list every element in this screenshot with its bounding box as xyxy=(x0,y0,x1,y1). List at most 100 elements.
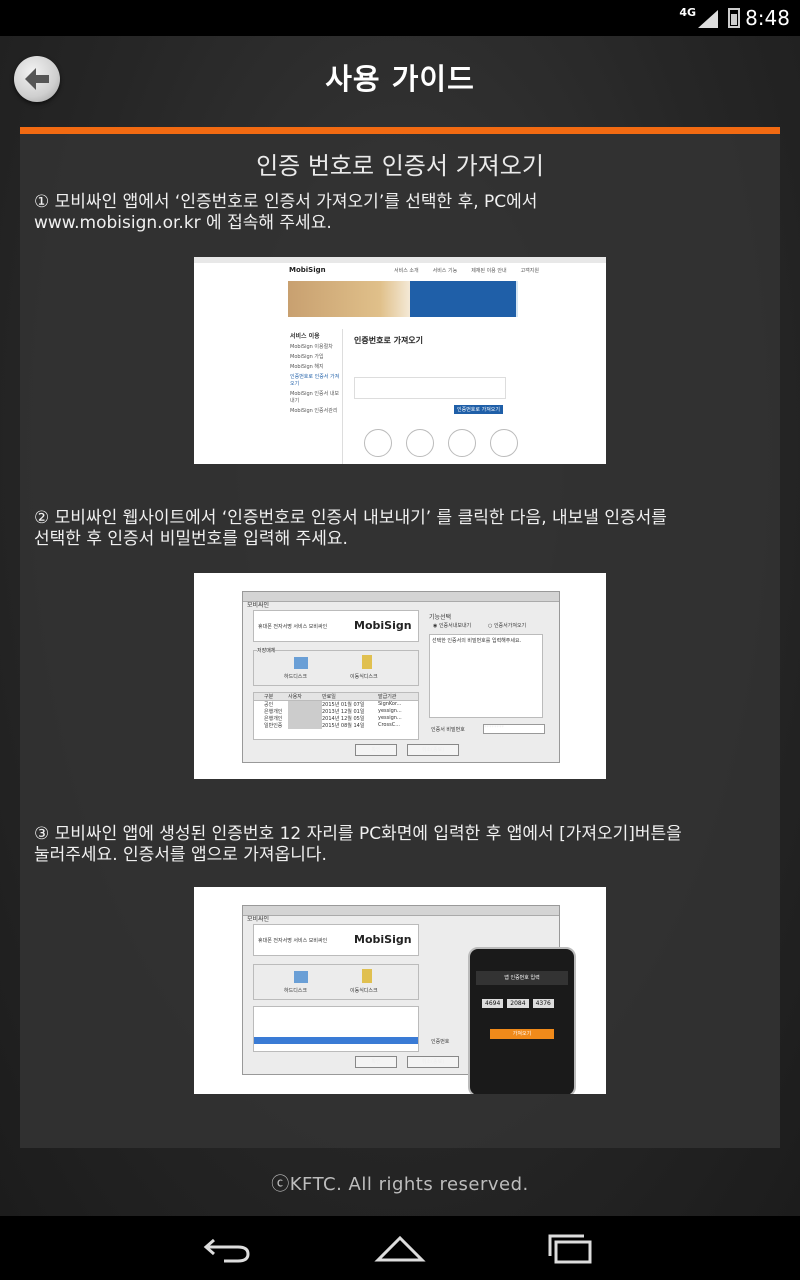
table-row[interactable]: 은행개인 2014년 12월 05일 yessign... xyxy=(254,715,418,722)
cell: 2015년 08월 14일 xyxy=(322,723,365,729)
site-banner-right xyxy=(410,281,516,317)
dialog-title-2: 모비싸인 xyxy=(247,916,270,923)
step-2-line1: ② 모비싸인 웹사이트에서 ‘인증번호로 인증서 내보내기’ 를 클릭한 다음,… xyxy=(34,508,667,528)
usb-disk-icon[interactable] xyxy=(362,655,372,669)
dialog-brand-caption-2: 휴대폰 전자서명 서비스 모비싸인 xyxy=(258,938,328,944)
site-nav: 서비스 소개 서비스 기능 제재된 이용 안내 고객지원 xyxy=(394,267,539,274)
site-nav-item[interactable]: 제재된 이용 안내 xyxy=(471,267,506,274)
accent-bar xyxy=(20,127,780,134)
usb-disk-icon[interactable] xyxy=(362,969,372,983)
site-step-circle xyxy=(406,429,434,457)
site-side-item[interactable]: MobiSign 인증서 내보내기 xyxy=(290,390,340,404)
dialog-titlebar-2: 모비싸인 xyxy=(243,906,559,923)
dialog-logo-2: MobiSign xyxy=(354,933,412,946)
site-step-circle xyxy=(448,429,476,457)
guide-subtitle: 인증 번호로 인증서 가져오기 xyxy=(256,152,544,180)
site-info-box xyxy=(354,377,506,399)
site-step-circle xyxy=(364,429,392,457)
phone-code: 4694 2084 4376 xyxy=(482,999,554,1008)
site-nav-item[interactable]: 서비스 소개 xyxy=(394,267,419,274)
table-row[interactable]: 은행개인 2013년 12월 01일 yessign... xyxy=(254,708,418,715)
signal-icon xyxy=(698,10,718,28)
cancel-button-2[interactable]: 취소(종료) xyxy=(407,1056,459,1068)
site-side-item[interactable]: MobiSign 인증서관리 xyxy=(290,407,340,414)
radio-import[interactable]: ○ 인증서가져오기 xyxy=(488,622,526,629)
col-header: 구분 xyxy=(264,694,274,700)
cell xyxy=(288,722,322,729)
code-part: 2084 xyxy=(507,999,529,1008)
cancel-button[interactable]: 취소(종료) xyxy=(407,744,459,756)
disk2-label-2[interactable]: 이동식디스크 xyxy=(350,987,378,994)
code-label: 인증번호 xyxy=(431,1039,450,1045)
cell: yessign... xyxy=(378,715,402,721)
ok-button[interactable]: 확인 xyxy=(355,744,397,756)
col-header: 발급기관 xyxy=(378,694,397,700)
cell: 2013년 12월 01일 xyxy=(322,709,365,715)
dialog-brand-2: 휴대폰 전자서명 서비스 모비싸인 MobiSign xyxy=(253,924,419,956)
radio-export[interactable]: ◉ 인증서내보내기 xyxy=(433,622,471,629)
site-side-item[interactable]: MobiSign 가입 xyxy=(290,353,340,360)
site-import-button[interactable]: 인증번호로 가져오기 xyxy=(454,405,503,414)
site-sidebar: 서비스 이용 MobiSign 이용절차 MobiSign 가입 MobiSig… xyxy=(288,329,343,464)
dialog-window: 모비싸인 휴대폰 전자서명 서비스 모비싸인 MobiSign 저장매체 하드디… xyxy=(242,591,560,763)
site-side-item[interactable]: 인증번호로 인증서 가져오기 xyxy=(290,373,340,387)
disk1-label[interactable]: 하드디스크 xyxy=(284,673,307,680)
cell: 은행개인 xyxy=(264,709,283,715)
cell xyxy=(288,708,322,715)
step-3-line1: ③ 모비싸인 앱에 생성된 인증번호 12 자리를 PC화면에 입력한 후 앱에… xyxy=(34,824,682,844)
cell: SignKor... xyxy=(378,701,402,707)
disk2-label[interactable]: 이동식디스크 xyxy=(350,673,378,680)
dialog-storage: 저장매체 하드디스크 이동식디스크 xyxy=(253,647,419,686)
cell: 일반인증 xyxy=(264,723,283,729)
site-page-title: 인증번호로 가져오기 xyxy=(354,336,424,345)
step-1-text: ① 모비싸인 앱에서 ‘인증번호로 인증서 가져오기’를 선택한 후, PC에서… xyxy=(34,192,774,234)
nav-recent-icon[interactable] xyxy=(540,1230,600,1266)
dialog-screenshot: 모비싸인 휴대폰 전자서명 서비스 모비싸인 MobiSign 저장매체 하드디… xyxy=(194,573,606,779)
battery-icon xyxy=(728,8,740,28)
phone-screenshot: 모비싸인 휴대폰 전자서명 서비스 모비싸인 MobiSign 하드디스크 이동… xyxy=(194,887,606,1094)
step-1-line2: www.mobisign.or.kr 에 접속해 주세요. xyxy=(34,213,332,233)
pw-field[interactable]: ******** xyxy=(483,724,545,734)
radio-import-label: 인증서가져오기 xyxy=(493,623,527,629)
disk1-label-2[interactable]: 하드디스크 xyxy=(284,987,307,994)
cell: 2014년 12월 05일 xyxy=(322,716,365,722)
table-row[interactable]: 일반인증 2015년 08월 14일 CrossC... xyxy=(254,722,418,729)
hard-disk-icon[interactable] xyxy=(294,971,308,983)
site-nav-item[interactable]: 서비스 기능 xyxy=(433,267,458,274)
site-side-item[interactable]: MobiSign 해지 xyxy=(290,363,340,370)
radio-export-label: 인증서내보내기 xyxy=(438,623,472,629)
cert-table-2 xyxy=(253,1006,419,1052)
phone-import-button[interactable]: 가져오기 xyxy=(490,1029,554,1039)
navigation-bar xyxy=(0,1216,800,1280)
code-part: 4376 xyxy=(532,999,554,1008)
website-screenshot: MobiSign 서비스 소개 서비스 기능 제재된 이용 안내 고객지원 서비… xyxy=(194,257,606,464)
step-2-line2: 선택한 후 인증서 비밀번호를 입력해 주세요. xyxy=(34,529,348,549)
status-bar: 4G 8:48 xyxy=(0,0,800,36)
table-row[interactable]: 공인 2015년 01월 07일 SignKor... xyxy=(254,701,418,708)
ok-button-2[interactable]: 확인 xyxy=(355,1056,397,1068)
col-header: 만료일 xyxy=(322,694,336,700)
phone-device: 앱 인증번호 입력 4694 2084 4376 가져오기 xyxy=(468,947,576,1094)
page-title: 사용 가이드 xyxy=(325,62,475,96)
selected-row-highlight[interactable] xyxy=(254,1037,418,1044)
site-steps xyxy=(364,429,518,457)
nav-back-icon[interactable] xyxy=(198,1230,258,1266)
cell xyxy=(288,715,322,722)
storage-label: 저장매체 xyxy=(257,647,276,654)
nav-home-icon[interactable] xyxy=(370,1230,430,1266)
site-side-item[interactable]: MobiSign 이용절차 xyxy=(290,343,340,350)
step-3-line2: 눌러주세요. 인증서를 앱으로 가져옵니다. xyxy=(34,845,327,865)
clock: 8:48 xyxy=(745,6,790,30)
pw-label: 인증서 비밀번호 xyxy=(431,727,465,733)
cell: CrossC... xyxy=(378,722,400,728)
site-nav-item[interactable]: 고객지원 xyxy=(521,267,539,274)
cell xyxy=(288,701,322,708)
dialog-logo: MobiSign xyxy=(354,619,412,632)
site-step-circle xyxy=(490,429,518,457)
notice-box: 선택한 인증서의 비밀번호를 입력해주세요. xyxy=(429,634,543,718)
cert-table: 구분 사용자 만료일 발급기관 공인 2015년 01월 07일 SignKor… xyxy=(253,692,419,740)
dialog-storage-2: 하드디스크 이동식디스크 xyxy=(253,964,419,1000)
hard-disk-icon[interactable] xyxy=(294,657,308,669)
step-2-text: ② 모비싸인 웹사이트에서 ‘인증번호로 인증서 내보내기’ 를 클릭한 다음,… xyxy=(34,508,774,550)
func-label: 기능선택 xyxy=(429,614,452,621)
